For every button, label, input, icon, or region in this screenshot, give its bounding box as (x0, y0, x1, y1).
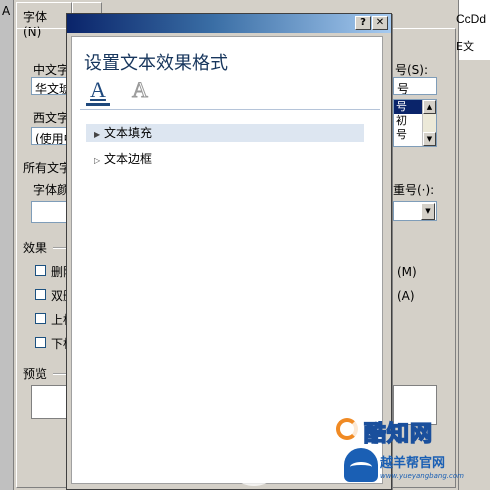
left-window-edge: A (0, 0, 14, 490)
watermark-logo-icon (336, 418, 358, 440)
preview-box (31, 385, 67, 419)
all-text-label: 所有文字 (23, 161, 72, 175)
chinese-font-label: 中文字 (33, 63, 70, 77)
section-label: 文本边框 (104, 152, 153, 166)
text-fill-outline-tab[interactable]: A (86, 77, 110, 106)
font-color-select[interactable] (31, 201, 67, 223)
expand-triangle-icon[interactable]: ▷ (94, 152, 104, 170)
watermark-url: www.yueyangbang.com (380, 472, 464, 480)
strikethrough-checkbox[interactable] (35, 265, 46, 276)
divider (53, 373, 67, 375)
tab-font[interactable]: 字体(N) (16, 2, 72, 39)
expand-triangle-icon[interactable]: ▶ (94, 126, 104, 144)
small-caps-label: (M) (397, 265, 417, 279)
western-font-label: 西文字 (33, 111, 70, 125)
double-strikethrough-checkbox[interactable] (35, 289, 46, 300)
help-icon[interactable]: ? (355, 16, 371, 30)
title-bar[interactable]: ? ✕ (67, 14, 391, 33)
size-list-scrollbar[interactable]: ▲ ▼ (422, 100, 436, 146)
dropdown-arrow-icon[interactable]: ▼ (421, 203, 435, 220)
text-effects-tab[interactable]: A (128, 77, 152, 105)
section-text-border[interactable]: ▷ 文本边框 (86, 150, 364, 168)
left-edge-glyph: A (2, 4, 11, 18)
underline-label: 重号(·): (393, 183, 435, 197)
preview-label: 预览 (23, 367, 48, 381)
style-caption: E文 (456, 40, 474, 53)
size-input[interactable]: 号 (393, 77, 437, 95)
font-color-label: 字体颜 (33, 183, 70, 197)
western-font-select[interactable]: (使用中 (31, 127, 67, 145)
gallery-background (459, 60, 490, 490)
text-fill-icon: A (90, 77, 106, 102)
style-sample[interactable]: CcDd (456, 12, 486, 26)
size-label: 号(S): (395, 63, 429, 77)
section-label: 文本填充 (104, 126, 153, 140)
active-tab-indicator (86, 103, 110, 106)
scroll-down-arrow-icon[interactable]: ▼ (423, 132, 436, 146)
all-caps-label: (A) (397, 289, 415, 303)
style-gallery-edge: CcDd E文 (456, 0, 490, 490)
superscript-checkbox[interactable] (35, 313, 46, 324)
size-list[interactable]: 号 初 号 ▲ ▼ (393, 99, 437, 147)
watermark-site2: 越羊帮官网 (380, 456, 446, 471)
watermark-site1: 酷知网 (363, 421, 434, 448)
text-effects-icon: A (132, 77, 149, 102)
subscript-checkbox[interactable] (35, 337, 46, 348)
watermark-ring (226, 430, 282, 486)
chinese-font-select[interactable]: 华文琥 (31, 77, 67, 95)
tab-separator (80, 109, 380, 110)
effects-pane: 设置文本效果格式 A A ▶ 文本填充 ▷ 文本边框 (71, 36, 383, 484)
divider (53, 247, 67, 249)
section-text-fill[interactable]: ▶ 文本填充 (86, 124, 364, 142)
watermark-house-icon (344, 448, 378, 482)
close-icon[interactable]: ✕ (372, 16, 388, 30)
scroll-up-arrow-icon[interactable]: ▲ (423, 100, 436, 114)
effects-label: 效果 (23, 241, 48, 255)
dialog-title: 设置文本效果格式 (84, 53, 228, 74)
